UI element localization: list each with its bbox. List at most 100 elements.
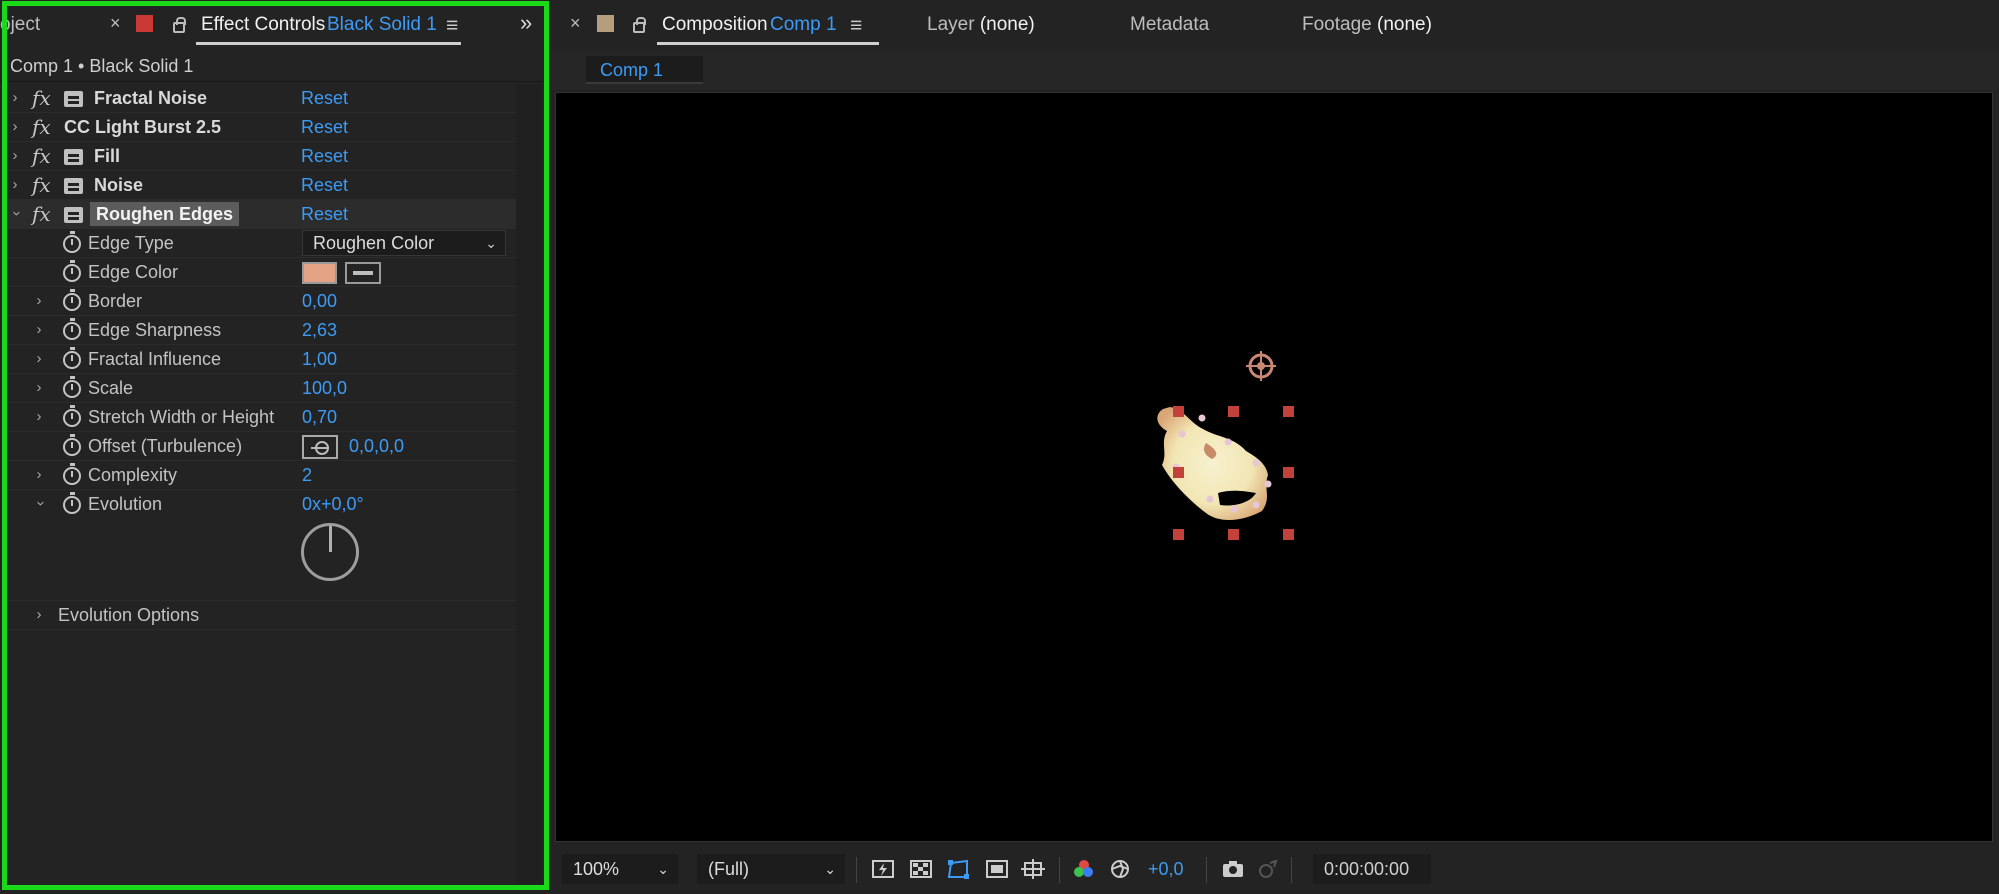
chevron-right-icon[interactable]: › <box>32 379 46 396</box>
tab-footage[interactable]: Footage (none) <box>1302 14 1432 36</box>
effect-name[interactable]: Roughen Edges <box>90 202 240 226</box>
fx-icon[interactable]: fx <box>32 144 51 168</box>
effect-row-noise[interactable]: › fx Noise Reset <box>8 171 516 200</box>
edge-type-dropdown[interactable]: Roughen Color ⌄ <box>302 230 506 256</box>
stopwatch-icon[interactable] <box>63 289 81 311</box>
resolution-dropdown[interactable]: (Full) ⌄ <box>697 854 845 884</box>
transform-handle[interactable] <box>1228 406 1239 417</box>
evolution-value[interactable]: 0x+0,0° <box>302 494 364 515</box>
reset-link[interactable]: Reset <box>301 175 348 196</box>
stopwatch-icon[interactable] <box>63 318 81 340</box>
tab-composition[interactable]: Composition <box>662 14 768 36</box>
color-management-icon[interactable] <box>1108 859 1132 879</box>
tab-effect-controls[interactable]: Effect Controls <box>201 14 325 36</box>
fast-preview-icon[interactable] <box>871 859 895 879</box>
tab-comp-name[interactable]: Comp 1 <box>770 14 837 36</box>
reset-link[interactable]: Reset <box>301 117 348 138</box>
stopwatch-icon[interactable] <box>63 434 81 456</box>
effect-name[interactable]: CC Light Burst 2.5 <box>64 117 221 138</box>
camera-icon[interactable] <box>1221 859 1245 879</box>
stretch-value[interactable]: 0,70 <box>302 407 337 428</box>
transform-handle[interactable] <box>1228 529 1239 540</box>
stopwatch-icon[interactable] <box>63 347 81 369</box>
lock-icon[interactable] <box>633 17 646 33</box>
chevron-down-icon[interactable]: › <box>9 207 26 221</box>
crosshair-icon[interactable] <box>302 435 338 459</box>
chevron-right-icon[interactable]: › <box>32 408 46 425</box>
effect-badge-icon <box>64 149 83 165</box>
grid-guides-icon[interactable] <box>1021 859 1045 879</box>
effect-row-roughen-edges[interactable]: › fx Roughen Edges Reset <box>8 200 516 229</box>
scrollbar[interactable] <box>516 84 542 884</box>
chevron-right-icon[interactable]: › <box>32 466 46 483</box>
chevron-down-icon[interactable]: › <box>33 497 50 511</box>
prop-label[interactable]: Evolution Options <box>58 605 199 626</box>
effect-row-cc-light-burst[interactable]: › fx CC Light Burst 2.5 Reset <box>8 113 516 142</box>
transform-handle[interactable] <box>1283 467 1294 478</box>
lock-icon[interactable] <box>173 17 186 33</box>
chevron-right-icon[interactable]: › <box>32 292 46 309</box>
angle-dial[interactable] <box>301 523 359 581</box>
timecode-display[interactable]: 0:00:00:00 <box>1313 854 1431 884</box>
transform-handle[interactable] <box>1173 529 1184 540</box>
close-icon[interactable]: × <box>110 13 121 34</box>
effect-name[interactable]: Noise <box>94 175 143 196</box>
stopwatch-icon[interactable] <box>63 376 81 398</box>
chevron-right-icon[interactable]: › <box>32 350 46 367</box>
anchor-point-icon[interactable] <box>1246 351 1276 381</box>
effect-name[interactable]: Fractal Noise <box>94 88 207 109</box>
close-icon[interactable]: × <box>570 13 581 34</box>
stopwatch-icon[interactable] <box>63 492 81 514</box>
stopwatch-icon[interactable] <box>63 260 81 282</box>
layer-preview[interactable] <box>556 93 1993 842</box>
effect-row-fill[interactable]: › fx Fill Reset <box>8 142 516 171</box>
right-tab-bar: × Composition Comp 1 ≡ Layer (none) Meta… <box>551 0 1999 50</box>
transform-handle[interactable] <box>1173 406 1184 417</box>
fx-icon[interactable]: fx <box>32 202 51 226</box>
mask-visibility-icon[interactable] <box>947 859 971 879</box>
border-value[interactable]: 0,00 <box>302 291 337 312</box>
edge-sharpness-value[interactable]: 2,63 <box>302 320 337 341</box>
project-tab-partial[interactable]: oject <box>0 14 40 36</box>
eyedropper-icon[interactable] <box>345 262 381 284</box>
zoom-dropdown[interactable]: 100% ⌄ <box>562 854 678 884</box>
edge-color-swatch[interactable] <box>302 262 337 284</box>
fx-icon[interactable]: fx <box>32 86 51 110</box>
fractal-influence-value[interactable]: 1,00 <box>302 349 337 370</box>
comp-navigator-button[interactable]: Comp 1 <box>586 56 703 84</box>
offset-value[interactable]: 0,0,0,0 <box>349 436 404 457</box>
effect-row-fractal-noise[interactable]: › fx Fractal Noise Reset <box>8 84 516 113</box>
reset-link[interactable]: Reset <box>301 146 348 167</box>
stopwatch-icon[interactable] <box>63 463 81 485</box>
chevron-right-icon[interactable]: › <box>8 118 22 135</box>
fx-icon[interactable]: fx <box>32 173 51 197</box>
chevron-right-icon[interactable]: › <box>8 147 22 164</box>
panel-overflow-icon[interactable]: » <box>520 10 532 36</box>
tab-layer[interactable]: Layer (none) <box>927 14 1035 36</box>
transform-handle[interactable] <box>1283 406 1294 417</box>
chevron-right-icon[interactable]: › <box>8 89 22 106</box>
transparency-grid-icon[interactable] <box>909 859 933 879</box>
chevron-right-icon[interactable]: › <box>32 606 46 623</box>
stopwatch-icon[interactable] <box>63 405 81 427</box>
composition-viewer[interactable] <box>555 92 1993 842</box>
transform-handle[interactable] <box>1173 467 1184 478</box>
reset-link[interactable]: Reset <box>301 204 348 225</box>
transform-handle[interactable] <box>1283 529 1294 540</box>
panel-menu-icon[interactable]: ≡ <box>850 14 862 38</box>
show-snapshot-icon[interactable] <box>1256 859 1280 879</box>
reset-link[interactable]: Reset <box>301 88 348 109</box>
region-of-interest-icon[interactable] <box>985 859 1009 879</box>
scale-value[interactable]: 100,0 <box>302 378 347 399</box>
chevron-right-icon[interactable]: › <box>32 321 46 338</box>
fx-icon[interactable]: fx <box>32 115 51 139</box>
chevron-right-icon[interactable]: › <box>8 176 22 193</box>
channels-icon[interactable] <box>1072 859 1096 879</box>
tab-layer-name[interactable]: Black Solid 1 <box>327 14 437 36</box>
exposure-value[interactable]: +0,0 <box>1148 859 1184 880</box>
panel-menu-icon[interactable]: ≡ <box>446 14 458 38</box>
stopwatch-icon[interactable] <box>63 231 81 253</box>
complexity-value[interactable]: 2 <box>302 465 312 486</box>
effect-name[interactable]: Fill <box>94 146 120 167</box>
tab-metadata[interactable]: Metadata <box>1130 14 1209 36</box>
